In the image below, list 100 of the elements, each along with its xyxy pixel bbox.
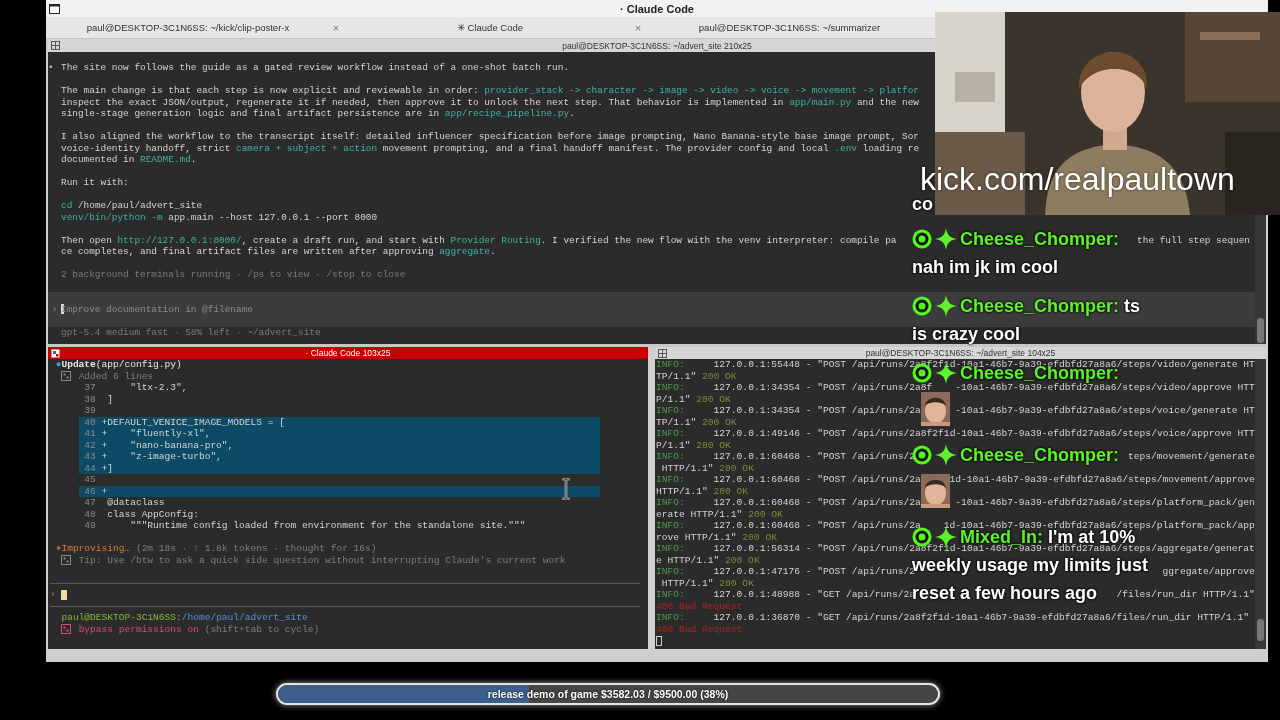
- mode-line: bypass permissions on (shift+tab to cycle): [78, 623, 320, 635]
- line-number: 49: [84, 520, 96, 532]
- log-line: 400 Bad Request: [656, 601, 743, 611]
- log-line: e HTTP/1.1" 200 OK: [656, 555, 760, 565]
- line-number: 41: [84, 428, 96, 440]
- log-line: rove HTTP/1.1" 200 OK: [656, 532, 777, 542]
- tab-label[interactable]: paul@DESKTOP-3C1N6SS: ~/summarizer: [650, 22, 929, 33]
- terminal-text: teps/movement/generate: [1128, 452, 1255, 462]
- prompt-marker: ›: [50, 589, 57, 601]
- chat-message-text: nah im jk im cool: [912, 259, 1059, 275]
- terminal-text: 1d-10a1-46b7-9a39-efdbfd27a8a6/steps/movement/approve: [949, 475, 1255, 485]
- line-number: 38: [84, 393, 96, 405]
- window-icon: [49, 3, 60, 14]
- log-line: INFO: 127.0.0.1:34354 - "POST /api/runs/2a: [656, 406, 921, 416]
- missing-glyph-icon: [61, 624, 72, 635]
- log-line: TP/1.1" 200 OK: [656, 417, 737, 427]
- line-number: 44: [84, 462, 96, 474]
- code-text: + "fluently-xl",: [100, 428, 211, 440]
- tab[interactable]: paul@DESKTOP-3C1N6SS: ~/kick/clip-poster-x ×: [46, 17, 348, 38]
- log-line: HTTP/1.1" 200 OK: [656, 486, 749, 496]
- badge-icon: [912, 296, 932, 316]
- log-line: INFO: 127.0.0.1:49146 - "POST /api/runs/2a8f2f1d-10a1-46b7-9a39-efdbfd27a8a6/steps/voice/approve HTT: [656, 429, 1255, 439]
- chat-message-text: is crazy cool: [912, 326, 1021, 342]
- log-line: HTTP/1.1" 200 OK: [660, 463, 754, 473]
- log-line: P/1.1" 200 OK: [656, 394, 731, 404]
- terminal-text: -10a1-46b7-9a39-efdbfd27a8a6/steps/video/approve HTT: [955, 383, 1255, 393]
- tool-call-line: Update(app/config.py): [61, 359, 182, 371]
- status-line: gpt-5.4 medium fast · 58% left · ~/advert_site: [61, 326, 321, 338]
- line-number: 40: [84, 416, 96, 428]
- spinner: ✶: [55, 543, 62, 555]
- log-line: INFO: 127.0.0.1:36870 - "GET /api/runs/2a8f2f1d-10a1-46b7-9a39-efdbfd27a8a6/files/run_dir HTTP/1.1": [656, 613, 1249, 623]
- code-text: @dataclass: [106, 497, 165, 509]
- sparkle-icon: [935, 295, 957, 317]
- window-title: · Claude Code: [620, 2, 694, 15]
- pane-title: paul@DESKTOP-3C1N6SS: ~/advert_site 104x25: [865, 348, 1056, 358]
- terminal-line: The main change is that each step is now explicit and reviewable in order: provider_stack -> character -> image -> video -> voice -> movement -> platfor: [61, 86, 919, 96]
- code-text: ]: [106, 393, 113, 405]
- terminal-text: -10a1-46b7-9a39-efdbfd27a8a6/steps/voice/generate HT: [955, 406, 1255, 416]
- ibeam-pointer-icon: [561, 478, 571, 500]
- code-text: + "z-image-turbo",: [100, 451, 222, 463]
- line-number: 48: [84, 508, 96, 520]
- shell-prompt: paul@DESKTOP-3C1N6SS:/home/paul/advert_site: [61, 612, 308, 624]
- terminal-line: 2 background terminals running · /ps to view · /stop to close: [61, 270, 406, 280]
- chat-message-text: I'm at 10%: [1048, 529, 1136, 545]
- tab-close-button[interactable]: ×: [632, 21, 644, 34]
- tab[interactable]: paul@DESKTOP-3C1N6SS: ~/summarizer: [650, 17, 935, 38]
- chat-message-text: reset a few hours ago: [912, 585, 1098, 601]
- missing-glyph-icon: [61, 555, 72, 566]
- terminal-line: voice-identity handoff, strict camera + subject + action movement prompting, and a final handoff manifest. The provider config and local .env loading re: [61, 143, 920, 153]
- chat-username: Mixed_In:: [960, 529, 1043, 545]
- tab-close-button[interactable]: ×: [330, 21, 342, 34]
- tab-label[interactable]: ✳ Claude Code: [348, 22, 632, 33]
- goal-label: release demo of game $3582.03 / $9500.00 (38%): [487, 688, 729, 700]
- line-number: 42: [84, 439, 96, 451]
- chat-message-text: co: [912, 196, 933, 214]
- log-line: TP/1.1" 200 OK: [656, 371, 737, 381]
- terminal-line: ce completes, and final artifact files are written after approving aggregate.: [61, 247, 496, 257]
- sparkle-icon: [935, 228, 957, 250]
- tab[interactable]: ✳ Claude Code ×: [348, 17, 650, 38]
- terminal-text: ggregate/approve: [1162, 567, 1255, 577]
- code-text: +]: [100, 462, 113, 474]
- log-line: erate HTTP/1.1" 200 OK: [656, 509, 783, 519]
- line-number: 43: [84, 451, 96, 463]
- scrollbar[interactable]: [1255, 214, 1266, 344]
- log-line: INFO: 127.0.0.1:60468 - "POST /api/runs/2a: [656, 521, 921, 531]
- prompt-marker: ›: [50, 303, 59, 315]
- terminal-line: Then open http://127.0.0.1:8000/, create a draft run, and start with Provider Routing. I verified the new flow with the venv interpreter: compile pa: [61, 235, 897, 245]
- tip-line: Tip: Use /btw to ask a quick side question without interrupting Claude's current work: [78, 554, 566, 566]
- tab-label[interactable]: paul@DESKTOP-3C1N6SS: ~/kick/clip-poster-x: [46, 22, 330, 33]
- log-line: INFO: 127.0.0.1:56314 - "POST /api/runs/2a8f2f1d-10a1-46b7-9a39-efdbfd27a8a6/steps/aggregate/generat: [656, 544, 1255, 554]
- log-line: INFO: 127.0.0.1:60468 - "POST /api/runs/2a: [656, 498, 921, 508]
- code-text: "ltx-2.3",: [129, 382, 188, 394]
- terminal-line: venv/bin/python -m app.main --host 127.0.0.1 --port 8000: [61, 212, 378, 222]
- log-line: HTTP/1.1" 200 OK: [660, 578, 754, 588]
- result-line: Added 6 lines: [78, 370, 154, 382]
- channel-url: kick.com/realpaultown: [920, 162, 1235, 196]
- chat-username: Cheese_Chomper:: [960, 447, 1120, 463]
- terminal-line: cd /home/paul/advert_site: [61, 201, 203, 211]
- chat-username: Cheese_Chomper:: [960, 298, 1120, 314]
- bullet: •: [48, 62, 55, 74]
- split-icon: [658, 348, 667, 358]
- scrollbar[interactable]: [1255, 359, 1266, 649]
- terminal-text: 1d-10a1-46b7-9a39-efdbfd27a8a6/steps/platform_pack/app: [943, 521, 1255, 531]
- line-number: 45: [84, 474, 96, 486]
- split-icon: [51, 41, 60, 50]
- terminal-line: single-stage generation logic and final artifact persistence are in app/recipe_pipeline.py.: [61, 109, 575, 119]
- terminal-text: -10a1-46b7-9a39-efdbfd27a8a6/steps/platform_pack/gen: [955, 498, 1255, 508]
- log-line: INFO: 127.0.0.1:60468 - "POST /api/runs/2: [656, 452, 916, 462]
- code-text: """Runtime config loaded from environment for the standalone site.""": [129, 520, 526, 532]
- chat-message-text: ts: [1124, 298, 1141, 314]
- sparkle-icon: [935, 444, 957, 466]
- log-line: P/1.1" 200 OK: [656, 440, 731, 450]
- pane-title: · Claude Code 103x25: [305, 348, 391, 358]
- chat-username: Cheese_Chomper:: [960, 231, 1120, 247]
- log-line: INFO: 127.0.0.1:60468 - "POST /api/runs/2a: [656, 475, 921, 485]
- terminal-text: /files/run_dir HTTP/1.1": [1116, 590, 1255, 600]
- line-number: 46: [84, 485, 96, 497]
- line-number: 39: [84, 405, 96, 417]
- bullet: ●: [55, 359, 62, 371]
- log-line: INFO: 127.0.0.1:34354 - "POST /api/runs/2a8f: [656, 383, 933, 393]
